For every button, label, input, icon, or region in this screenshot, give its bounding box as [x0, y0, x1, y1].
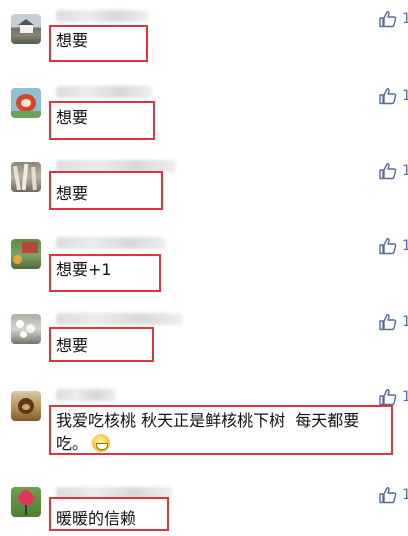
like-count: 1	[402, 314, 408, 330]
avatar[interactable]	[11, 14, 41, 44]
highlight-box	[49, 405, 393, 455]
like-button[interactable]: 1	[378, 388, 408, 406]
username-blurred	[56, 237, 166, 249]
like-button[interactable]: 1	[378, 162, 408, 180]
highlight-box	[49, 171, 163, 210]
highlight-box	[49, 254, 161, 292]
thumbs-up-icon	[379, 88, 397, 105]
highlight-box	[49, 497, 169, 531]
thumbs-up-icon	[379, 389, 397, 406]
avatar[interactable]	[11, 314, 41, 344]
like-button[interactable]: 1	[378, 87, 408, 105]
avatar[interactable]	[11, 162, 41, 192]
like-button[interactable]: 1	[378, 10, 408, 28]
highlight-box	[49, 25, 148, 62]
thumbs-up-icon	[379, 238, 397, 255]
like-count: 1	[402, 11, 408, 27]
like-button[interactable]: 1	[378, 486, 408, 504]
thumbs-up-icon	[379, 163, 397, 180]
like-count: 1	[402, 389, 408, 405]
avatar[interactable]	[11, 487, 41, 517]
like-button[interactable]: 1	[378, 237, 408, 255]
like-count: 1	[402, 88, 408, 104]
like-button[interactable]: 1	[378, 313, 408, 331]
username-blurred	[56, 389, 116, 401]
username-blurred	[56, 10, 148, 22]
username-blurred	[56, 86, 152, 98]
thumbs-up-icon	[379, 11, 397, 28]
like-count: 1	[402, 238, 408, 254]
like-count: 1	[402, 163, 408, 179]
avatar[interactable]	[11, 239, 41, 269]
thumbs-up-icon	[379, 487, 397, 504]
username-blurred	[56, 313, 182, 325]
highlight-box	[49, 327, 154, 362]
avatar[interactable]	[11, 88, 41, 118]
thumbs-up-icon	[379, 314, 397, 331]
avatar[interactable]	[11, 391, 41, 421]
like-count: 1	[402, 487, 408, 503]
highlight-box	[49, 101, 155, 140]
